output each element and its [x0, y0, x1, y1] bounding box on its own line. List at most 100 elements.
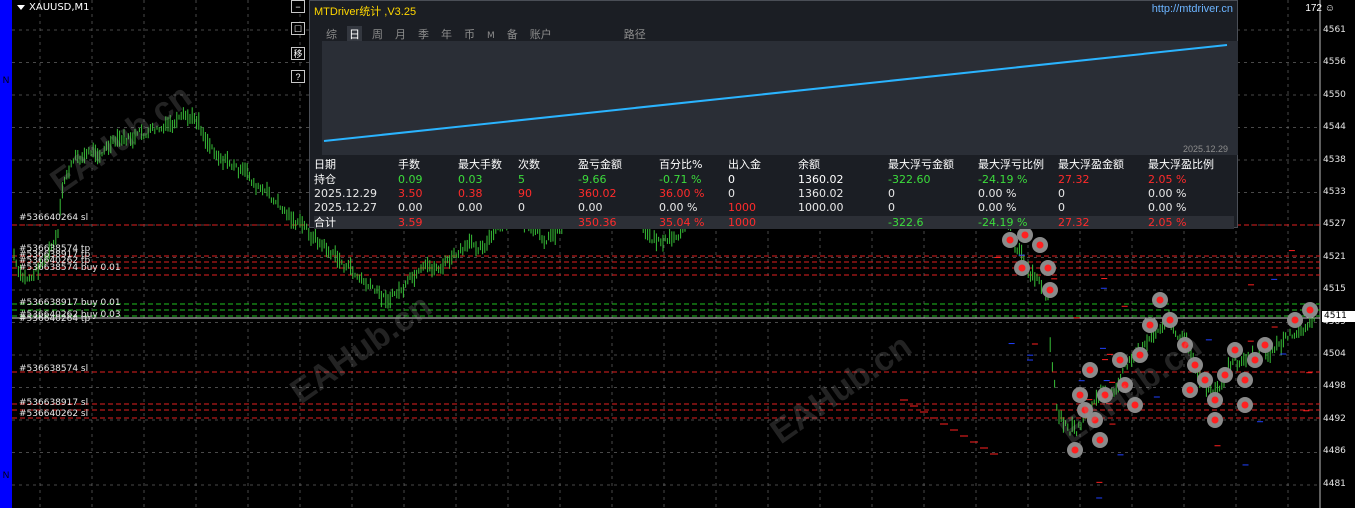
- panel-tab[interactable]: 季: [416, 26, 431, 42]
- stats-cell: 27.32: [1058, 173, 1090, 186]
- order-label: #536640262 sl: [19, 409, 89, 419]
- move-button[interactable]: 移: [291, 47, 305, 60]
- stats-cell: 百分比%: [659, 158, 703, 171]
- stats-cell: 360.02: [578, 187, 617, 200]
- order-label: #536640264 sl: [19, 213, 89, 223]
- panel-tab[interactable]: 路径: [622, 26, 648, 42]
- stats-cell: 1360.02: [798, 187, 844, 200]
- trade-dot: [1211, 416, 1219, 424]
- stats-cell: 36.00 %: [659, 187, 705, 200]
- stats-cell: 0: [518, 201, 525, 214]
- stats-cell: -24.19 %: [978, 216, 1028, 229]
- trade-dot: [1231, 346, 1239, 354]
- trade-dot: [1191, 361, 1199, 369]
- price-tick-label: 4556: [1323, 57, 1346, 68]
- stats-cell: -9.66: [578, 173, 607, 186]
- panel-tab[interactable]: 年: [439, 26, 454, 42]
- trade-dot: [1086, 366, 1094, 374]
- price-tick-label: 4486: [1323, 446, 1346, 457]
- panel-tab[interactable]: 账户: [528, 26, 554, 42]
- strip-marker-bottom: N: [2, 470, 10, 480]
- stats-header-row: 日期 手数 最大手数 次数 盈亏金额 百分比% 出入金 余额 最大浮亏金额 最大浮亏比例 最大浮盈金…: [314, 158, 1234, 171]
- panel-url-link[interactable]: http://mtdriver.cn: [1152, 3, 1233, 15]
- order-label: #536638574 sl: [19, 364, 89, 374]
- price-tick-label: 4492: [1323, 413, 1346, 424]
- trade-dot: [1306, 306, 1314, 314]
- panel-tab[interactable]: M: [485, 31, 497, 41]
- stats-cell: 0: [728, 173, 735, 186]
- trade-dot: [1071, 446, 1079, 454]
- equity-graph: 2025.12.29: [322, 41, 1238, 155]
- corner-count: 172: [1305, 3, 1322, 14]
- stats-cell: 2.05 %: [1148, 173, 1187, 186]
- order-label: #536638917 buy 0.01: [19, 298, 121, 308]
- trade-dot: [1091, 416, 1099, 424]
- trade-dot: [1131, 401, 1139, 409]
- panel-tab[interactable]: 币: [462, 26, 477, 42]
- stats-cell: 最大浮亏比例: [978, 158, 1044, 171]
- trade-dot: [1156, 296, 1164, 304]
- help-button[interactable]: ?: [291, 70, 305, 83]
- trade-dot: [1036, 241, 1044, 249]
- restore-button[interactable]: ☐: [291, 22, 305, 35]
- stats-cell: 最大浮亏金额: [888, 158, 954, 171]
- stats-cell: 1000: [728, 216, 756, 229]
- price-tick-label: 4550: [1323, 89, 1346, 100]
- stats-cell: 2025.12.27: [314, 201, 377, 214]
- trade-dot: [1291, 316, 1299, 324]
- stats-cell: 出入金: [728, 158, 761, 171]
- graph-date-label: 2025.12.29: [1182, 144, 1228, 154]
- stats-cell: 27.32: [1058, 216, 1090, 229]
- panel-title: MTDriver统计 ,V3.25: [314, 6, 417, 18]
- stats-cell: 2025.12.29: [314, 187, 377, 200]
- stats-cell: 最大浮盈比例: [1148, 158, 1214, 171]
- panel-tab[interactable]: 月: [393, 26, 408, 42]
- stats-row: 2025.12.29 3.50 0.38 90 360.02 36.00 % 0 1360.0…: [314, 187, 1234, 200]
- panel-tabs: 综日周月季年币 M 备账户 路径: [324, 25, 656, 42]
- panel-tab[interactable]: 周: [370, 26, 385, 42]
- panel-tab[interactable]: 日: [347, 26, 362, 42]
- stats-cell: 手数: [398, 158, 420, 171]
- strip-marker-top: N: [2, 75, 10, 85]
- trade-dot: [1116, 356, 1124, 364]
- stats-cell: 1360.02: [798, 173, 844, 186]
- trade-dot: [1261, 341, 1269, 349]
- trade-dot: [1136, 351, 1144, 359]
- stats-cell: -322.6: [888, 216, 924, 229]
- mtdriver-stats-panel[interactable]: MTDriver统计 ,V3.25 http://mtdriver.cn 综日周…: [309, 0, 1238, 229]
- stats-cell: 日期: [314, 158, 336, 171]
- price-tick-label: 4527: [1323, 219, 1346, 230]
- equity-line-chart: [323, 44, 1228, 142]
- trade-dot: [1181, 341, 1189, 349]
- trade-dot: [1081, 406, 1089, 414]
- minimize-button[interactable]: −: [291, 0, 305, 13]
- order-label: #536640264 tp: [19, 314, 91, 324]
- window-icon: ☐: [293, 24, 303, 34]
- panel-tab[interactable]: 备: [505, 26, 520, 42]
- left-scroll-strip[interactable]: N N: [0, 0, 12, 508]
- stats-cell: 0: [1058, 201, 1065, 214]
- panel-tab[interactable]: 综: [324, 26, 339, 42]
- stats-cell: -24.19 %: [978, 173, 1028, 186]
- trade-dot: [1146, 321, 1154, 329]
- trade-dot: [1121, 381, 1129, 389]
- chevron-down-icon: [17, 4, 25, 10]
- equity-line: [323, 44, 1228, 142]
- stats-cell: 35.04 %: [659, 216, 705, 229]
- stats-cell: 0.00 %: [659, 201, 698, 214]
- stats-cell: 持仓: [314, 173, 336, 186]
- trade-dot: [1186, 386, 1194, 394]
- stats-cell: 最大手数: [458, 158, 502, 171]
- price-tick-label: 4544: [1323, 122, 1346, 133]
- stats-cell: -322.60: [888, 173, 931, 186]
- stats-cell: 2.05 %: [1148, 216, 1187, 229]
- order-label: #536638917 sl: [19, 398, 89, 408]
- price-tick-label: 4538: [1323, 154, 1346, 165]
- stats-cell: 350.36: [578, 216, 617, 229]
- trade-dot: [1251, 356, 1259, 364]
- stats-cell: 3.59: [398, 216, 423, 229]
- help-icon: ?: [295, 72, 301, 82]
- order-label: #536638574 buy 0.01: [19, 263, 121, 273]
- stats-cell: 0.00: [458, 201, 483, 214]
- chart-symbol-title[interactable]: XAUUSD,M1: [17, 2, 90, 13]
